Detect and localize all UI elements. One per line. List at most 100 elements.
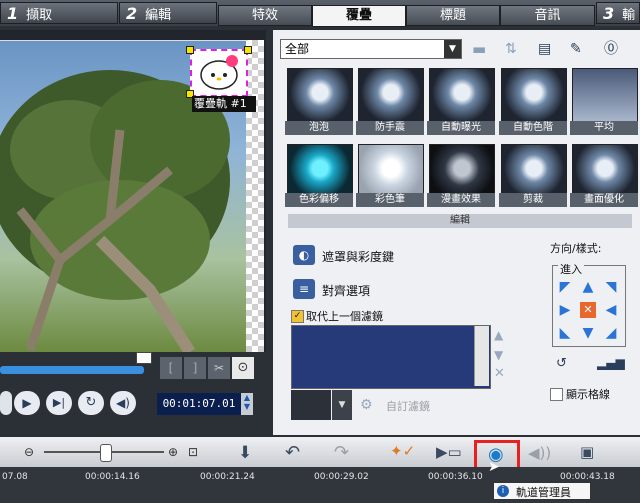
align-icon[interactable]: ≡	[293, 279, 315, 299]
direction-center-icon[interactable]: ✕	[580, 302, 596, 318]
show-grid-label: 顯示格線	[566, 388, 610, 401]
direction-bottom-left-icon[interactable]: ◣	[557, 325, 573, 341]
mask-icon[interactable]: ◐	[293, 245, 315, 265]
direction-right-icon[interactable]: ◀	[603, 302, 619, 318]
overlay-clip-handle[interactable]	[190, 49, 248, 97]
undo-icon[interactable]: ↶	[285, 442, 300, 463]
transparency-checker	[246, 40, 264, 352]
resize-handle[interactable]	[186, 46, 194, 54]
effect-thumb-crop[interactable]	[501, 144, 567, 198]
step-tab-share[interactable]: 3輸	[596, 2, 640, 24]
zoom-in-icon[interactable]: ⊕	[168, 445, 178, 459]
delete-icon[interactable]: ✕	[494, 366, 505, 381]
edit-icon[interactable]: ✎	[570, 40, 592, 58]
step-tab-edit[interactable]: 2 編輯	[119, 2, 217, 24]
smart-proxy-icon[interactable]: ✦✓	[390, 442, 415, 460]
snapshot-icon[interactable]: ⊙	[232, 357, 254, 379]
effect-label: 漫畫效果	[427, 193, 495, 207]
mark-out-button[interactable]: ]	[184, 357, 206, 379]
redo-icon[interactable]: ↷	[334, 442, 349, 463]
next-frame-icon[interactable]: ▶|	[46, 391, 72, 415]
replace-filter-label: 取代上一個濾鏡	[306, 310, 383, 323]
scrub-track[interactable]	[0, 366, 144, 374]
move-down-icon[interactable]: ▼	[494, 348, 503, 362]
effect-label: 防手震	[356, 121, 424, 135]
effect-label: 剪裁	[499, 193, 567, 207]
effect-label: 泡泡	[285, 121, 353, 135]
ruler-tick: 07.08	[2, 472, 28, 482]
top-step-bar: 1 擷取 2 編輯 特效 覆疊 標題 音訊 3輸	[0, 0, 640, 27]
effect-label: 自動曝光	[427, 121, 495, 135]
effect-label: 色彩偏移	[285, 193, 353, 207]
preset-dropdown[interactable]	[291, 390, 331, 420]
direction-top-left-icon[interactable]: ◤	[557, 279, 573, 295]
mark-in-button[interactable]: [	[160, 357, 182, 379]
effect-thumb-bubble[interactable]	[287, 68, 353, 122]
mask-chroma-key-button[interactable]: 遮罩與彩度鍵	[322, 248, 394, 265]
show-grid-checkbox[interactable]	[550, 388, 563, 401]
filter-list-scrollbar[interactable]	[474, 326, 489, 386]
play-icon[interactable]: ▶	[14, 391, 40, 415]
sort-icon[interactable]: ⇅	[505, 40, 525, 58]
align-options-button[interactable]: 對齊選項	[322, 282, 370, 299]
hello-kitty-icon	[200, 55, 238, 90]
folder-icon[interactable]: ▬	[472, 40, 492, 58]
timecode-stepper[interactable]: ▲ ▼	[241, 393, 253, 415]
rotate-icon[interactable]: ↺	[556, 356, 574, 372]
gear-icon[interactable]: ⚙	[360, 397, 382, 417]
ruler-tick: 00:00:21.24	[200, 472, 255, 482]
edit-section-header: 編輯	[288, 214, 632, 228]
tab-overlay[interactable]: 覆疊	[312, 5, 406, 27]
repeat-icon[interactable]: ↻	[78, 391, 104, 415]
effect-thumb-average[interactable]	[572, 68, 638, 122]
info-icon: i	[497, 485, 509, 497]
effect-thumb-auto-levels[interactable]	[501, 68, 567, 122]
scissors-icon[interactable]: ✂	[208, 357, 230, 379]
fit-timeline-icon[interactable]: ⊡	[188, 445, 198, 459]
filter-list[interactable]	[291, 325, 491, 389]
info-icon[interactable]: ⓪	[604, 40, 626, 58]
tab-audio[interactable]: 音訊	[500, 5, 595, 26]
overlay-track-label: 覆疊軌 #1	[192, 96, 256, 112]
mouse-cursor-icon: ➤	[488, 459, 500, 475]
playhead-marker[interactable]	[136, 352, 152, 364]
step-tab-capture[interactable]: 1 擷取	[0, 2, 118, 24]
effect-label: 自動色階	[499, 121, 567, 135]
effect-thumb-color-pen[interactable]	[358, 144, 424, 198]
zoom-out-icon[interactable]: ⊖	[24, 445, 34, 459]
timecode-display[interactable]: 00:01:07.01	[157, 393, 241, 415]
effect-thumb-auto-exposure[interactable]	[429, 68, 495, 122]
insert-media-icon[interactable]: ⬇	[238, 443, 252, 463]
effect-thumb-color-shift[interactable]	[287, 144, 353, 198]
direction-top-right-icon[interactable]: ◥	[603, 279, 619, 295]
direction-style-label: 方向/樣式:	[550, 242, 602, 255]
direction-top-icon[interactable]: ▲	[580, 279, 596, 295]
tooltip-text: 軌道管理員	[516, 486, 571, 499]
effect-label: 平均	[570, 121, 638, 135]
direction-bottom-right-icon[interactable]: ◢	[603, 325, 619, 341]
record-capture-icon[interactable]: ▶▭	[436, 443, 462, 461]
effect-label: 彩色筆	[356, 193, 424, 207]
signal-bars-icon[interactable]: ▂▄▆	[597, 356, 625, 372]
effect-thumb-stabilize[interactable]	[358, 68, 424, 122]
view-options-icon[interactable]: ▤	[538, 40, 558, 58]
chapter-icon[interactable]: ▣	[580, 443, 594, 461]
resize-handle[interactable]	[244, 46, 252, 54]
chevron-down-icon[interactable]: ▼	[444, 40, 461, 58]
replace-filter-checkbox[interactable]: ✓	[291, 310, 304, 323]
effect-thumb-comic[interactable]	[429, 144, 495, 198]
zoom-slider-thumb[interactable]	[100, 444, 112, 462]
move-up-icon[interactable]: ▲	[494, 328, 503, 342]
direction-bottom-icon[interactable]: ▼	[580, 325, 596, 341]
effect-thumb-enhance[interactable]	[572, 144, 638, 198]
tab-title[interactable]: 標題	[406, 5, 500, 26]
chevron-down-icon[interactable]: ▼	[332, 390, 352, 420]
filter-dropdown[interactable]: 全部	[280, 39, 462, 59]
tab-effects[interactable]: 特效	[218, 5, 312, 26]
volume-icon[interactable]: ◀)	[110, 391, 136, 415]
prev-button[interactable]	[0, 391, 12, 415]
ruler-tick: 00:00:29.02	[314, 472, 369, 482]
audio-mixer-icon[interactable]: ◀))	[528, 444, 551, 462]
custom-filter-button[interactable]: 自訂濾鏡	[386, 398, 430, 414]
direction-left-icon[interactable]: ▶	[557, 302, 573, 318]
